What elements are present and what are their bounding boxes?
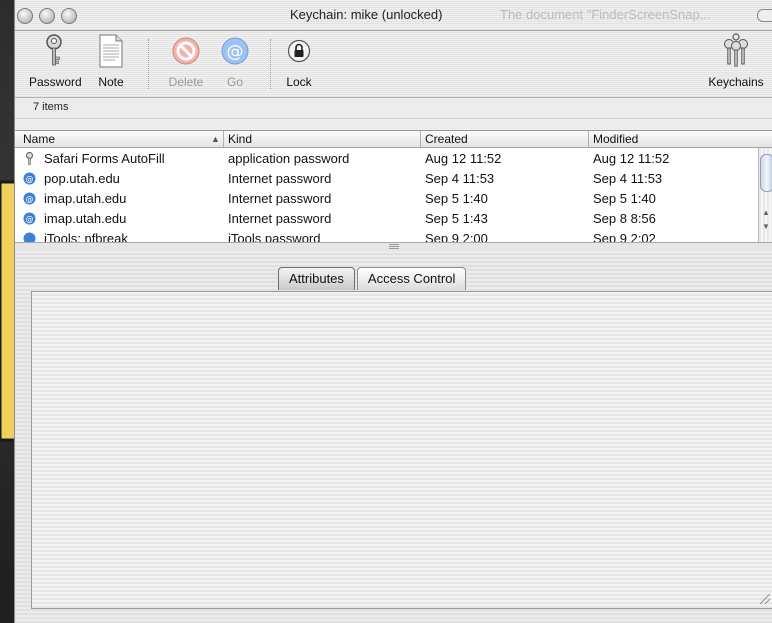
column-divider[interactable] xyxy=(420,131,421,147)
scroll-down-arrow-icon[interactable]: ▼ xyxy=(762,222,770,231)
pane-splitter[interactable] xyxy=(15,242,772,251)
row-modified: Aug 12 11:52 xyxy=(593,151,670,166)
scroll-thumb[interactable] xyxy=(760,154,772,192)
delete-label: Delete xyxy=(168,75,204,89)
zoom-button[interactable] xyxy=(61,8,77,24)
scroll-up-arrow-icon[interactable]: ▲ xyxy=(762,208,770,217)
table-row[interactable]: Safari Forms AutoFill application passwo… xyxy=(15,149,759,169)
key-icon xyxy=(26,152,33,165)
go-button[interactable]: @ Go xyxy=(215,33,255,89)
row-name: imap.utah.edu xyxy=(44,211,127,226)
row-created: Sep 4 11:53 xyxy=(425,171,495,186)
row-name: iTools: nfbreak xyxy=(44,231,128,242)
tab-access-control[interactable]: Access Control xyxy=(356,267,467,290)
svg-text:@: @ xyxy=(26,215,34,224)
title-bar[interactable]: Keychain: mike (unlocked) The document "… xyxy=(15,0,772,31)
row-kind: application password xyxy=(228,151,350,166)
row-modified: Sep 4 11:53 xyxy=(593,171,663,186)
table-row[interactable]: iTools: nfbreak iTools password Sep 9 2:… xyxy=(15,229,759,242)
row-created: Sep 5 1:43 xyxy=(425,211,488,226)
row-created: Sep 5 1:40 xyxy=(425,191,488,206)
list-header: Name ▲ Kind Created Modified xyxy=(15,131,772,148)
window-title: Keychain: mike (unlocked) xyxy=(290,7,443,22)
list-scrollbar[interactable]: ▲ ▼ xyxy=(758,148,772,242)
item-count: 7 items xyxy=(33,101,69,113)
delete-button[interactable]: Delete xyxy=(163,33,209,89)
row-modified: Sep 9 2:02 xyxy=(593,231,656,242)
key-icon xyxy=(36,33,72,69)
lock-label: Lock xyxy=(286,75,312,89)
keychain-window: Keychain: mike (unlocked) The document "… xyxy=(14,0,772,623)
internet-icon xyxy=(23,232,36,242)
at-sign-icon: @ xyxy=(217,33,253,69)
row-modified: Sep 5 1:40 xyxy=(593,191,656,206)
row-name: imap.utah.edu xyxy=(44,191,127,206)
note-icon xyxy=(93,33,129,69)
splitter-grip-icon[interactable] xyxy=(389,244,399,249)
note-label: Note xyxy=(98,75,124,89)
detail-pane: Attributes Access Control xyxy=(15,251,772,623)
row-modified: Sep 8 8:56 xyxy=(593,211,656,226)
row-name: pop.utah.edu xyxy=(44,171,120,186)
tab-attributes[interactable]: Attributes xyxy=(278,267,355,290)
table-row[interactable]: @ imap.utah.edu Internet password Sep 5 … xyxy=(15,209,759,229)
column-header-kind[interactable]: Kind xyxy=(228,132,252,146)
keychain-items-list: Name ▲ Kind Created Modified Safari Form… xyxy=(15,130,772,243)
keychains-label: Keychains xyxy=(708,75,764,89)
toolbar-toggle-button[interactable] xyxy=(757,9,772,22)
row-created: Aug 12 11:52 xyxy=(425,151,502,166)
svg-text:@: @ xyxy=(26,175,34,184)
toolbar: Password Note Delete @ Go Lock Keychains xyxy=(15,31,772,98)
keychains-button[interactable]: Keychains xyxy=(703,33,769,89)
keychains-icon xyxy=(718,33,754,69)
delete-icon xyxy=(168,33,204,69)
note-button[interactable]: Note xyxy=(91,33,131,89)
row-created: Sep 9 2:00 xyxy=(425,231,488,242)
column-divider[interactable] xyxy=(223,131,224,147)
password-label: Password xyxy=(29,75,82,89)
column-header-modified[interactable]: Modified xyxy=(593,132,638,146)
window-title-ghost: The document "FinderScreenSnap... xyxy=(500,7,711,22)
item-count-bar: 7 items xyxy=(15,98,772,119)
sort-ascending-icon: ▲ xyxy=(211,134,220,144)
lock-button[interactable]: Lock xyxy=(279,33,319,89)
internet-icon: @ xyxy=(23,212,36,225)
tab-panel xyxy=(31,291,772,609)
toolbar-separator xyxy=(148,39,149,89)
detail-tabs: Attributes Access Control xyxy=(278,267,468,291)
password-button[interactable]: Password xyxy=(29,33,82,89)
column-header-created[interactable]: Created xyxy=(425,132,468,146)
minimize-button[interactable] xyxy=(39,8,55,24)
column-divider[interactable] xyxy=(588,131,589,147)
internet-icon: @ xyxy=(23,172,36,185)
row-name: Safari Forms AutoFill xyxy=(44,151,165,166)
go-label: Go xyxy=(226,75,243,89)
svg-text:@: @ xyxy=(26,195,34,204)
row-kind: Internet password xyxy=(228,211,332,226)
close-button[interactable] xyxy=(17,8,33,24)
row-kind: iTools password xyxy=(228,231,321,242)
table-row[interactable]: @ pop.utah.edu Internet password Sep 4 1… xyxy=(15,169,759,189)
toolbar-separator xyxy=(270,39,271,89)
internet-icon: @ xyxy=(23,192,36,205)
row-kind: Internet password xyxy=(228,191,332,206)
resize-grip-icon[interactable] xyxy=(760,594,770,604)
column-header-name[interactable]: Name xyxy=(23,132,55,146)
lock-icon xyxy=(281,33,317,69)
table-row[interactable]: @ imap.utah.edu Internet password Sep 5 … xyxy=(15,189,759,209)
row-kind: Internet password xyxy=(228,171,332,186)
svg-text:@: @ xyxy=(227,42,244,62)
